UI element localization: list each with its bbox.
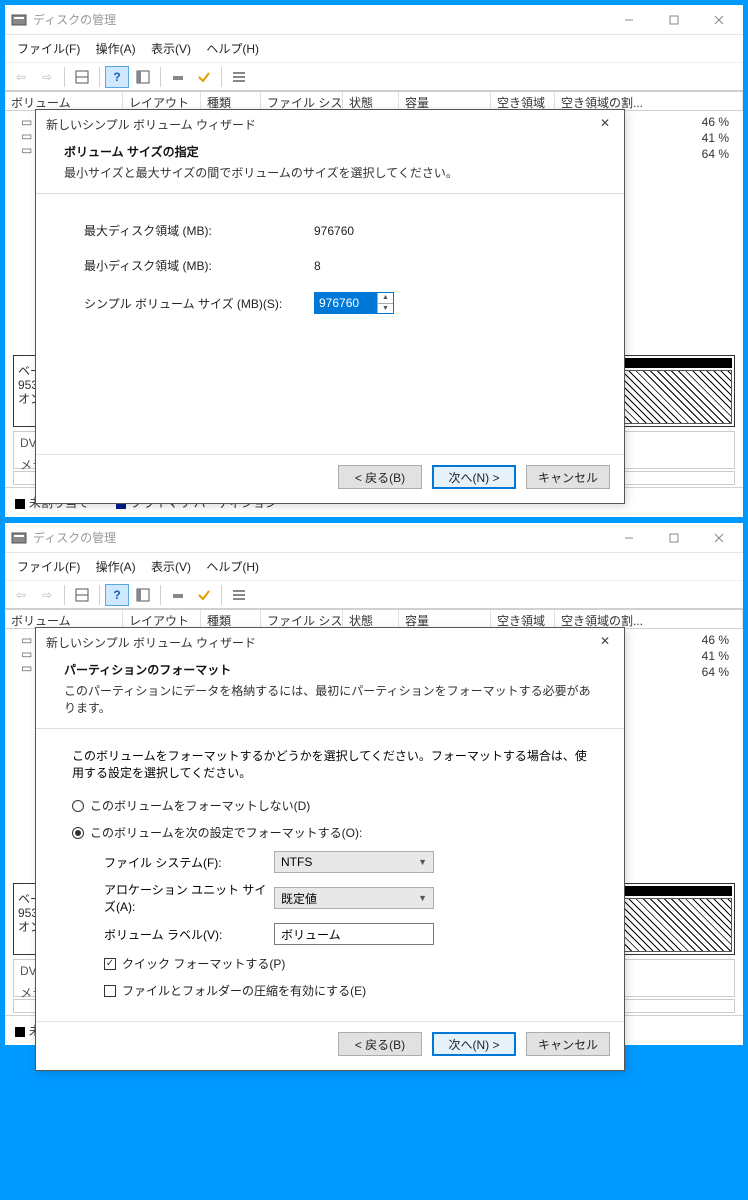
col-volume[interactable]: ボリューム: [5, 92, 123, 110]
minimize-button[interactable]: [606, 524, 651, 552]
au-label: アロケーション ユニット サイズ(A):: [104, 881, 274, 915]
tool-help-icon[interactable]: ?: [105, 584, 129, 606]
step-sub: このパーティションにデータを格納するには、最初にパーティションをフォーマットする…: [64, 682, 596, 716]
tool-grid-icon[interactable]: [70, 584, 94, 606]
vl-label: ボリューム ラベル(V):: [104, 926, 274, 943]
close-icon[interactable]: ✕: [596, 634, 614, 651]
col-fs[interactable]: ファイル システム: [261, 92, 343, 110]
col-free[interactable]: 空き領域: [491, 92, 555, 110]
close-button[interactable]: [696, 524, 741, 552]
row-pct-c: 64 %: [702, 147, 729, 163]
spin-down-icon[interactable]: ▼: [378, 304, 393, 314]
radio-do-format[interactable]: このボリュームを次の設定でフォーマットする(O):: [72, 824, 588, 841]
min-size-label: 最小ディスク領域 (MB):: [84, 257, 314, 274]
format-desc: このボリュームをフォーマットするかどうかを選択してください。フォーマットする場合…: [72, 747, 588, 781]
tool-pane-icon[interactable]: [131, 584, 155, 606]
app-icon: [11, 530, 27, 546]
forward-icon[interactable]: ⇨: [35, 66, 59, 88]
col-capacity[interactable]: 容量: [399, 92, 491, 110]
tool-grid-icon[interactable]: [70, 66, 94, 88]
radio-no-format[interactable]: このボリュームをフォーマットしない(D): [72, 797, 588, 814]
back-icon[interactable]: ⇦: [9, 66, 33, 88]
col-layout[interactable]: レイアウト: [123, 610, 201, 628]
menu-file[interactable]: ファイル(F): [11, 555, 86, 578]
max-size-value: 976760: [314, 224, 354, 238]
col-volume[interactable]: ボリューム: [5, 610, 123, 628]
wizard-dialog: 新しいシンプル ボリューム ウィザード ✕ パーティションのフォーマット このパ…: [35, 627, 625, 1071]
cancel-button[interactable]: キャンセル: [526, 1032, 610, 1056]
tool-help-icon[interactable]: ?: [105, 66, 129, 88]
tool-list-icon[interactable]: [227, 584, 251, 606]
maximize-button[interactable]: [651, 524, 696, 552]
volume-label-input[interactable]: [274, 923, 434, 945]
min-size-value: 8: [314, 259, 321, 273]
window-title: ディスクの管理: [33, 11, 606, 28]
au-select[interactable]: 既定値▼: [274, 887, 434, 909]
cancel-button[interactable]: キャンセル: [526, 465, 610, 489]
next-button[interactable]: 次へ(N) >: [432, 1032, 516, 1056]
col-capacity[interactable]: 容量: [399, 610, 491, 628]
maximize-button[interactable]: [651, 6, 696, 34]
menu-help[interactable]: ヘルプ(H): [200, 37, 265, 60]
col-status[interactable]: 状態: [343, 610, 399, 628]
menu-view[interactable]: 表示(V): [145, 37, 197, 60]
close-icon[interactable]: ✕: [596, 116, 614, 133]
col-layout[interactable]: レイアウト: [123, 92, 201, 110]
step-sub: 最小サイズと最大サイズの間でボリュームのサイズを選択してください。: [64, 164, 596, 181]
tool-pane-icon[interactable]: [131, 66, 155, 88]
col-free[interactable]: 空き領域: [491, 610, 555, 628]
menu-file[interactable]: ファイル(F): [11, 37, 86, 60]
step-heading: ボリューム サイズの指定: [64, 143, 596, 160]
col-freepct[interactable]: 空き領域の割...: [555, 610, 743, 628]
fs-select[interactable]: NTFS▼: [274, 851, 434, 873]
spin-up-icon[interactable]: ▲: [378, 293, 393, 304]
menu-action[interactable]: 操作(A): [90, 37, 142, 60]
col-type[interactable]: 種類: [201, 92, 261, 110]
compress-checkbox[interactable]: ファイルとフォルダーの圧縮を有効にする(E): [104, 982, 588, 999]
menu-action[interactable]: 操作(A): [90, 555, 142, 578]
tool-check-icon[interactable]: [192, 584, 216, 606]
wizard-title: 新しいシンプル ボリューム ウィザード: [46, 634, 596, 651]
app-icon: [11, 12, 27, 28]
tool-connect-icon[interactable]: [166, 66, 190, 88]
max-size-label: 最大ディスク領域 (MB):: [84, 222, 314, 239]
row-pct-b: 41 %: [702, 131, 729, 147]
wizard-dialog: 新しいシンプル ボリューム ウィザード ✕ ボリューム サイズの指定 最小サイズ…: [35, 109, 625, 504]
tool-list-icon[interactable]: [227, 66, 251, 88]
size-label: シンプル ボリューム サイズ (MB)(S):: [84, 295, 314, 312]
menu-view[interactable]: 表示(V): [145, 555, 197, 578]
col-freepct[interactable]: 空き領域の割...: [555, 92, 743, 110]
chevron-down-icon: ▼: [418, 857, 427, 867]
step-heading: パーティションのフォーマット: [64, 661, 596, 678]
window-title: ディスクの管理: [33, 529, 606, 546]
fs-label: ファイル システム(F):: [104, 854, 274, 871]
size-stepper[interactable]: ▲▼: [314, 292, 394, 314]
tool-connect-icon[interactable]: [166, 584, 190, 606]
chevron-down-icon: ▼: [418, 893, 427, 903]
back-icon[interactable]: ⇦: [9, 584, 33, 606]
size-input[interactable]: [315, 293, 377, 313]
minimize-button[interactable]: [606, 6, 651, 34]
col-type[interactable]: 種類: [201, 610, 261, 628]
menu-help[interactable]: ヘルプ(H): [200, 555, 265, 578]
close-button[interactable]: [696, 6, 741, 34]
col-fs[interactable]: ファイル システム: [261, 610, 343, 628]
back-button[interactable]: < 戻る(B): [338, 1032, 422, 1056]
quick-format-checkbox[interactable]: ✓クイック フォーマットする(P): [104, 955, 588, 972]
wizard-title: 新しいシンプル ボリューム ウィザード: [46, 116, 596, 133]
back-button[interactable]: < 戻る(B): [338, 465, 422, 489]
row-pct-a: 46 %: [702, 115, 729, 131]
forward-icon[interactable]: ⇨: [35, 584, 59, 606]
col-status[interactable]: 状態: [343, 92, 399, 110]
tool-check-icon[interactable]: [192, 66, 216, 88]
next-button[interactable]: 次へ(N) >: [432, 465, 516, 489]
